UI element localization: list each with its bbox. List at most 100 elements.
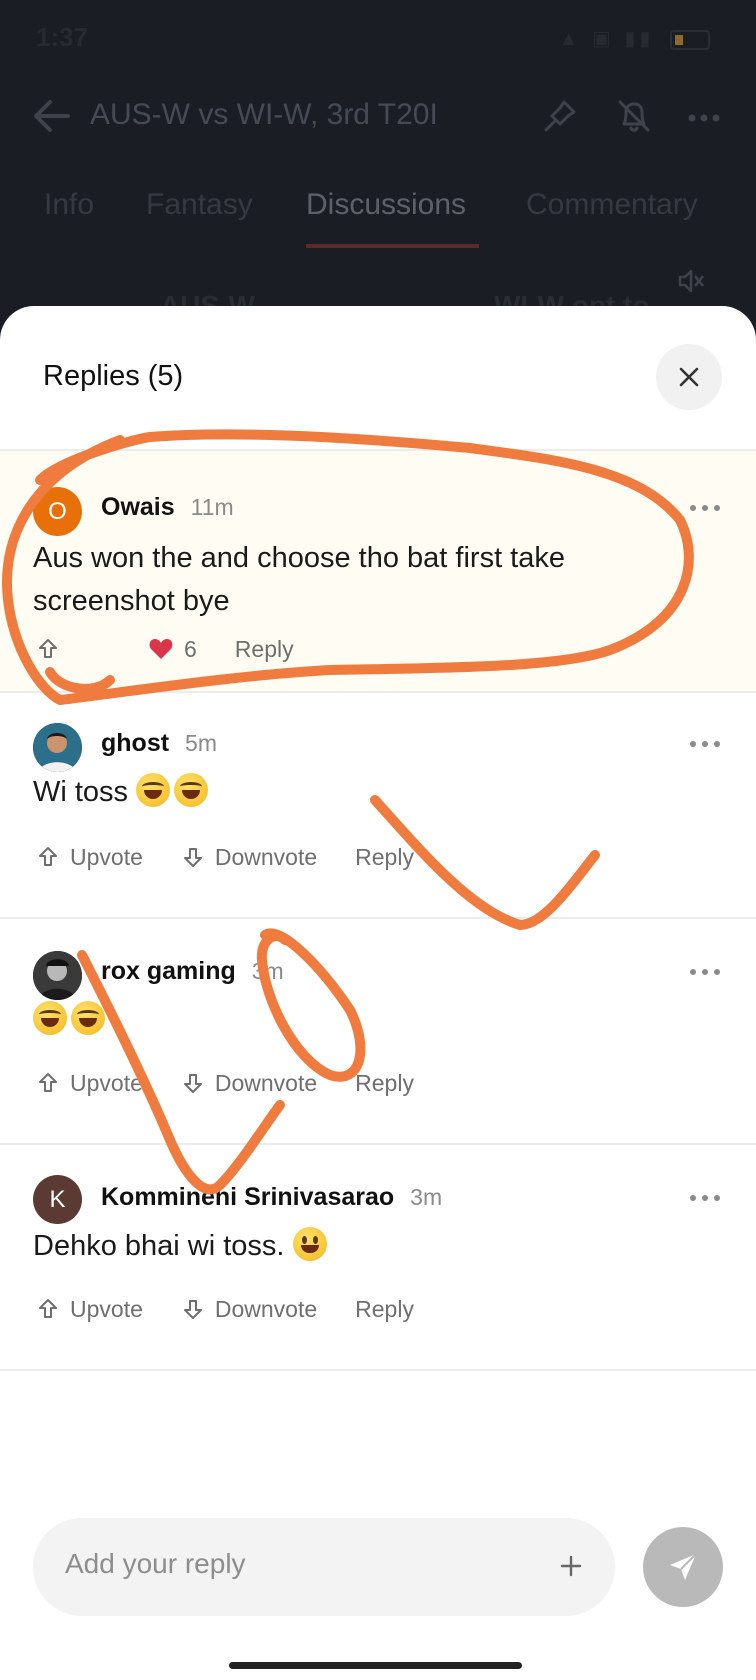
pin-icon[interactable] — [540, 96, 580, 136]
reply-button[interactable]: Reply — [355, 1070, 414, 1097]
share-button[interactable] — [36, 637, 70, 661]
more-options-icon[interactable] — [688, 965, 722, 979]
reply-author[interactable]: Owais 11m — [101, 493, 234, 522]
laughing-emoji-icon — [71, 1001, 105, 1035]
tab-info[interactable]: Info — [44, 188, 94, 222]
send-icon — [670, 1553, 697, 1580]
reply-label: Reply — [234, 635, 294, 662]
reply-author[interactable]: Kommineni Srinivasarao 3m — [101, 1183, 442, 1212]
replies-sheet: Replies (5) O Owais 11m Aus won the and c… — [0, 306, 756, 1680]
avatar[interactable] — [33, 723, 82, 772]
laughing-emoji-icon — [174, 773, 209, 807]
author-name: Kommineni Srinivasarao — [101, 1183, 395, 1211]
match-tabs: Info Fantasy Discussions Commentary — [0, 180, 756, 250]
upvote-arrow-icon — [39, 1073, 57, 1092]
reply-time: 3m — [251, 958, 284, 984]
laughing-emoji-icon — [136, 773, 171, 807]
reply-actions: 6 Reply — [36, 631, 332, 667]
status-icons: ▲ ▣ ▮▮ — [559, 26, 710, 51]
avatar[interactable] — [33, 951, 82, 1000]
laughing-emoji-icon — [33, 1001, 67, 1035]
share-icon — [39, 639, 57, 658]
reply-actions: Upvote Downvote Reply — [36, 1065, 452, 1101]
close-icon — [679, 367, 699, 387]
more-options-icon[interactable] — [688, 737, 722, 751]
reply-text: Aus won the and choose tho bat first tak… — [33, 542, 565, 617]
reply-time: 5m — [185, 730, 217, 756]
tab-fantasy[interactable]: Fantasy — [146, 188, 253, 222]
downvote-label: Downvote — [214, 1295, 318, 1322]
upvote-button[interactable]: Upvote — [36, 1296, 143, 1323]
battery-icon — [670, 29, 710, 50]
more-options-icon[interactable] — [684, 98, 724, 138]
reply-label: Reply — [355, 1069, 414, 1096]
add-attachment-button[interactable] — [551, 1546, 591, 1586]
back-arrow-icon[interactable] — [30, 94, 74, 138]
reply-item: rox gaming 3m Upvote Downvote Reply — [0, 919, 756, 1145]
close-button[interactable] — [656, 344, 722, 410]
tab-commentary[interactable]: Commentary — [526, 188, 698, 222]
more-options-icon[interactable] — [688, 501, 722, 515]
mute-icon[interactable] — [676, 266, 706, 296]
like-count: 6 — [184, 635, 197, 662]
reply-item: K Kommineni Srinivasarao 3m Dehko bhai wi… — [0, 1145, 756, 1371]
reply-composer — [33, 1518, 615, 1616]
downvote-label: Downvote — [214, 843, 318, 870]
status-time: 1:37 — [36, 22, 89, 52]
reply-text: Dehko bhai wi toss. — [33, 1225, 693, 1268]
background-app: 1:37 ▲ ▣ ▮▮ AUS-W vs WI-W, 3rd T20I Info… — [0, 0, 756, 340]
reply-button[interactable]: Reply — [355, 844, 414, 871]
reply-button[interactable]: Reply — [235, 636, 294, 663]
status-bar: 1:37 ▲ ▣ ▮▮ — [0, 0, 756, 76]
profile-photo-icon — [33, 723, 82, 772]
reply-text: Wi toss — [33, 771, 693, 814]
reply-item: O Owais 11m Aus won the and choose tho ba… — [0, 451, 756, 693]
bell-off-icon[interactable] — [614, 96, 654, 136]
downvote-button[interactable]: Downvote — [181, 1296, 317, 1323]
upvote-button[interactable]: Upvote — [36, 1070, 143, 1097]
upvote-arrow-icon — [39, 847, 57, 866]
author-name: Owais — [101, 493, 175, 521]
reply-author[interactable]: rox gaming 3m — [101, 957, 284, 986]
downvote-arrow-icon — [183, 1300, 202, 1319]
reply-input[interactable] — [65, 1548, 535, 1580]
reply-item: ghost 5m Wi toss Upvote Downvote Reply — [0, 693, 756, 919]
reply-text-content: Dehko bhai wi toss. — [33, 1230, 285, 1262]
reply-label: Reply — [355, 843, 414, 870]
avatar[interactable]: O — [33, 487, 82, 536]
avatar-initial: O — [48, 497, 67, 525]
active-tab-indicator — [306, 244, 479, 248]
reply-time: 11m — [190, 494, 234, 520]
match-title: AUS-W vs WI-W, 3rd T20I — [90, 98, 438, 131]
reply-button[interactable]: Reply — [355, 1296, 414, 1323]
home-indicator — [229, 1662, 522, 1669]
upvote-button[interactable]: Upvote — [36, 844, 143, 871]
app-bar: AUS-W vs WI-W, 3rd T20I — [0, 76, 756, 156]
like-button[interactable]: 6 — [148, 636, 197, 663]
upvote-arrow-icon — [39, 1299, 57, 1318]
reply-time: 3m — [410, 1184, 443, 1210]
reply-text-content: Wi toss — [33, 776, 129, 808]
more-options-icon[interactable] — [688, 1191, 722, 1205]
downvote-label: Downvote — [214, 1069, 318, 1096]
send-button[interactable] — [643, 1527, 723, 1607]
downvote-button[interactable]: Downvote — [181, 1070, 317, 1097]
upvote-label: Upvote — [70, 1069, 143, 1096]
author-name: rox gaming — [101, 957, 236, 985]
downvote-arrow-icon — [183, 848, 202, 867]
heart-icon — [149, 639, 173, 659]
downvote-button[interactable]: Downvote — [181, 844, 317, 871]
author-name: ghost — [101, 729, 170, 757]
tab-discussions[interactable]: Discussions — [306, 188, 466, 222]
avatar[interactable]: K — [33, 1175, 82, 1224]
sheet-title: Replies (5) — [43, 360, 184, 392]
reply-label: Reply — [355, 1295, 414, 1322]
plus-icon — [560, 1555, 582, 1577]
reply-text — [33, 999, 693, 1042]
smiling-emoji-icon — [292, 1227, 327, 1261]
avatar-initial: K — [49, 1185, 66, 1213]
profile-photo-icon — [33, 951, 82, 1000]
reply-actions: Upvote Downvote Reply — [36, 839, 452, 875]
reply-author[interactable]: ghost 5m — [101, 729, 217, 758]
reply-actions: Upvote Downvote Reply — [36, 1291, 452, 1327]
